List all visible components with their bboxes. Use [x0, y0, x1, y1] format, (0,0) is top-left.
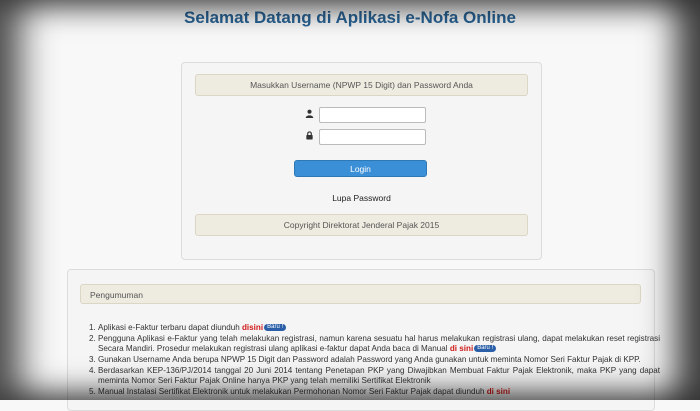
announcement-item: Pengguna Aplikasi e-Faktur yang telah me… — [98, 334, 660, 354]
password-row — [302, 128, 426, 145]
announcement-item: Berdasarkan KEP-136/PJ/2014 tanggal 20 J… — [98, 366, 660, 386]
new-badge: Baru ! — [264, 324, 287, 332]
manual-link[interactable]: di sini — [450, 344, 473, 353]
password-input[interactable] — [319, 128, 426, 145]
announcement-list: Aplikasi e-Faktur terbaru dapat diunduh … — [80, 323, 660, 398]
username-row — [302, 106, 426, 123]
lock-icon — [302, 131, 316, 142]
new-badge: Baru ! — [474, 345, 497, 353]
username-input[interactable] — [319, 106, 426, 123]
announcement-heading: Pengumuman — [80, 284, 641, 304]
user-icon — [302, 109, 316, 120]
announcement-panel: Pengumuman Aplikasi e-Faktur terbaru dap… — [67, 269, 660, 411]
login-panel: Masukkan Username (NPWP 15 Digit) dan Pa… — [181, 62, 542, 260]
page-title: Selamat Datang di Aplikasi e-Nofa Online — [184, 8, 516, 27]
announcement-item: Manual Instalasi Sertifikat Elektronik u… — [98, 387, 660, 397]
certificate-manual-link[interactable]: di sini — [487, 387, 510, 396]
announcement-item: Aplikasi e-Faktur terbaru dapat diunduh … — [98, 323, 660, 333]
download-link[interactable]: disini — [242, 323, 263, 332]
announcement-item: Gunakan Username Anda berupa NPWP 15 Dig… — [98, 355, 660, 365]
forgot-password-link[interactable]: Lupa Password — [182, 193, 541, 203]
login-button[interactable]: Login — [294, 160, 427, 177]
login-instruction: Masukkan Username (NPWP 15 Digit) dan Pa… — [195, 74, 528, 96]
copyright-text: Copyright Direktorat Jenderal Pajak 2015 — [195, 214, 528, 236]
